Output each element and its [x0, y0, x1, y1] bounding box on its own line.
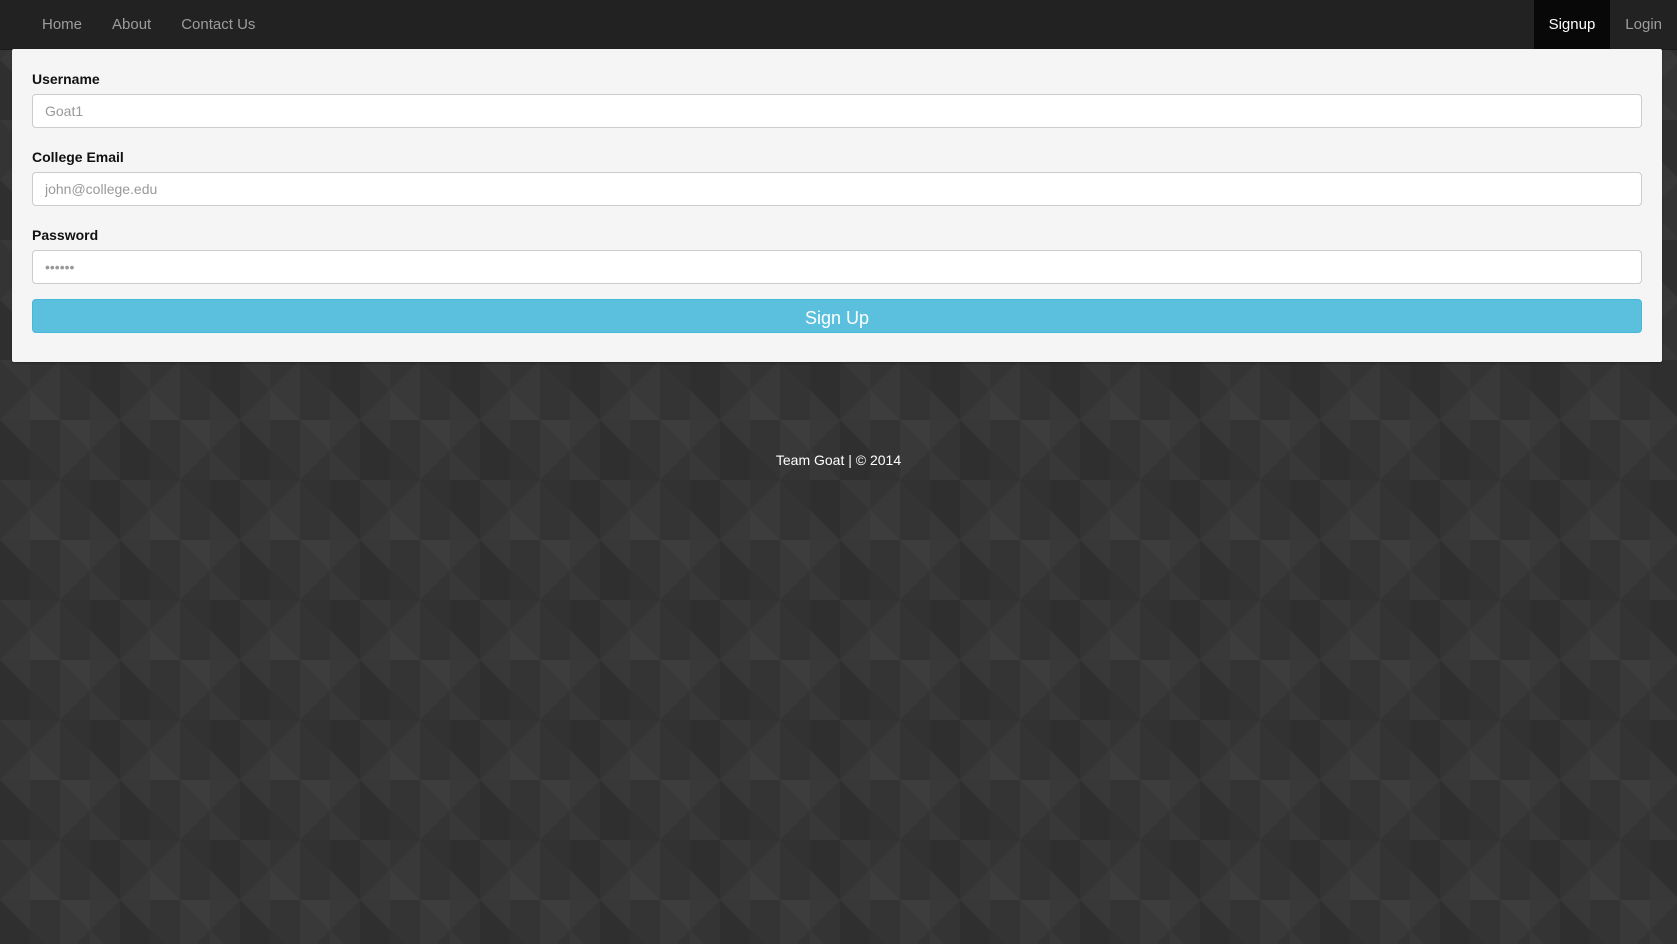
sign-up-button[interactable]: Sign Up: [32, 299, 1642, 333]
nav-login-link[interactable]: Login: [1610, 0, 1677, 49]
navbar: Home About Contact Us Signup Login: [0, 0, 1677, 50]
nav-right: Signup Login: [1533, 0, 1677, 49]
signup-panel: Username College Email Password Sign Up: [12, 49, 1662, 362]
signup-form: Username College Email Password Sign Up: [32, 71, 1642, 333]
nav-home-link[interactable]: Home: [27, 0, 97, 49]
username-label: Username: [32, 71, 100, 87]
nav-left: Home About Contact Us: [27, 0, 270, 49]
nav-about-link[interactable]: About: [97, 0, 166, 49]
password-label: Password: [32, 227, 99, 243]
footer-text: Team Goat | © 2014: [775, 452, 902, 468]
email-label: College Email: [32, 149, 124, 165]
username-input[interactable]: [32, 94, 1642, 128]
email-input[interactable]: [32, 172, 1642, 206]
nav-contact-link[interactable]: Contact Us: [166, 0, 270, 49]
password-input[interactable]: [32, 250, 1642, 284]
nav-signup-link[interactable]: Signup: [1533, 0, 1611, 49]
